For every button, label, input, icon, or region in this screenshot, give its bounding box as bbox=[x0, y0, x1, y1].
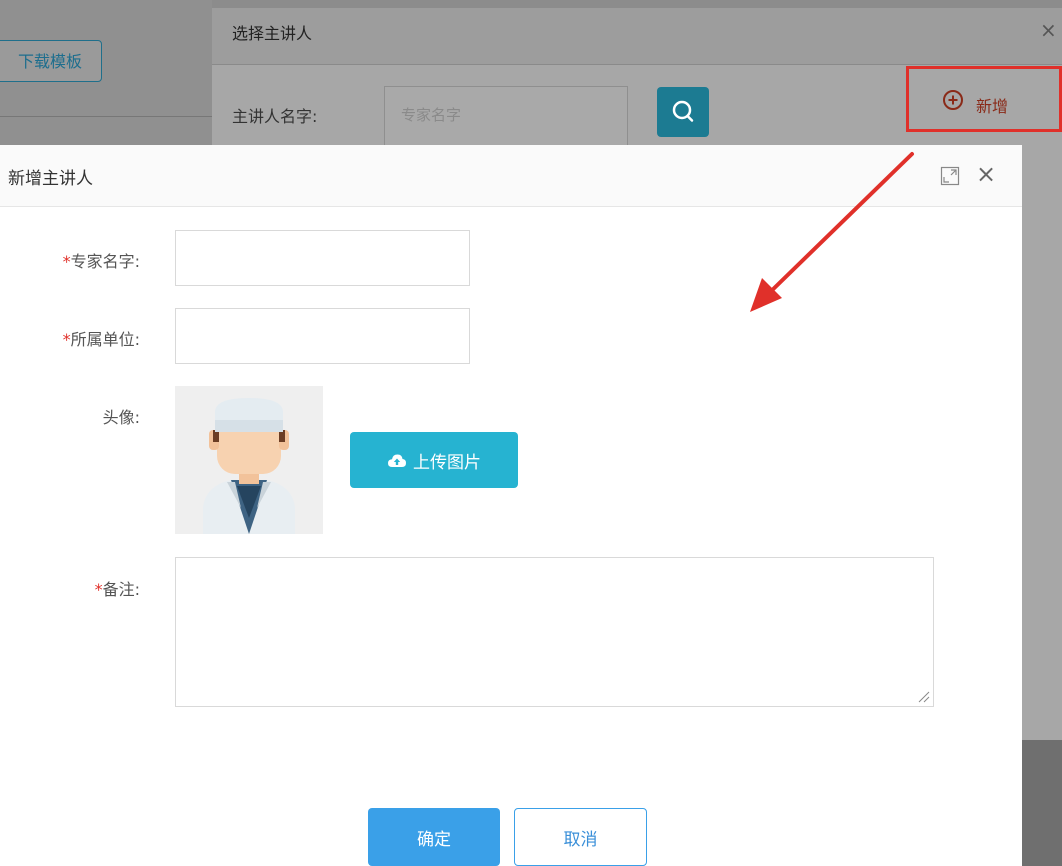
add-speaker-title: 新增主讲人 bbox=[8, 169, 93, 189]
expert-name-label: *专家名字: bbox=[62, 252, 140, 271]
maximize-icon[interactable] bbox=[940, 166, 960, 186]
speaker-name-search-input[interactable]: 专家名字 bbox=[384, 86, 628, 146]
plus-circle-icon[interactable] bbox=[942, 89, 964, 111]
red-arrow-annotation bbox=[750, 152, 914, 312]
upload-image-label: 上传图片 bbox=[413, 452, 481, 473]
resize-grip-icon[interactable] bbox=[918, 691, 930, 703]
avatar-label: 头像: bbox=[102, 408, 140, 427]
select-speaker-header bbox=[212, 8, 1062, 65]
background-strip bbox=[1022, 740, 1062, 866]
download-template-button[interactable]: 下载模板 bbox=[0, 40, 102, 82]
avatar-image bbox=[175, 386, 323, 534]
confirm-button[interactable]: 确定 bbox=[368, 808, 500, 866]
upload-image-button[interactable]: 上传图片 bbox=[350, 432, 518, 488]
organization-input[interactable] bbox=[175, 308, 470, 364]
select-speaker-title: 选择主讲人 bbox=[232, 24, 313, 43]
remarks-textarea[interactable] bbox=[175, 557, 934, 707]
organization-label: *所属单位: bbox=[62, 330, 140, 349]
doctor-avatar-icon bbox=[203, 398, 295, 534]
add-speaker-button[interactable]: 新增 bbox=[976, 93, 1008, 117]
search-button[interactable] bbox=[657, 87, 709, 137]
cloud-upload-icon bbox=[388, 454, 406, 467]
select-speaker-close-icon[interactable]: × bbox=[1040, 18, 1057, 42]
add-speaker-close-icon[interactable]: × bbox=[976, 160, 996, 188]
speaker-name-label: 主讲人名字: bbox=[232, 107, 318, 126]
expert-name-input[interactable] bbox=[175, 230, 470, 286]
search-icon bbox=[672, 100, 694, 122]
background-divider bbox=[0, 116, 212, 117]
cancel-button[interactable]: 取消 bbox=[514, 808, 647, 866]
remarks-label: *备注: bbox=[94, 580, 140, 599]
